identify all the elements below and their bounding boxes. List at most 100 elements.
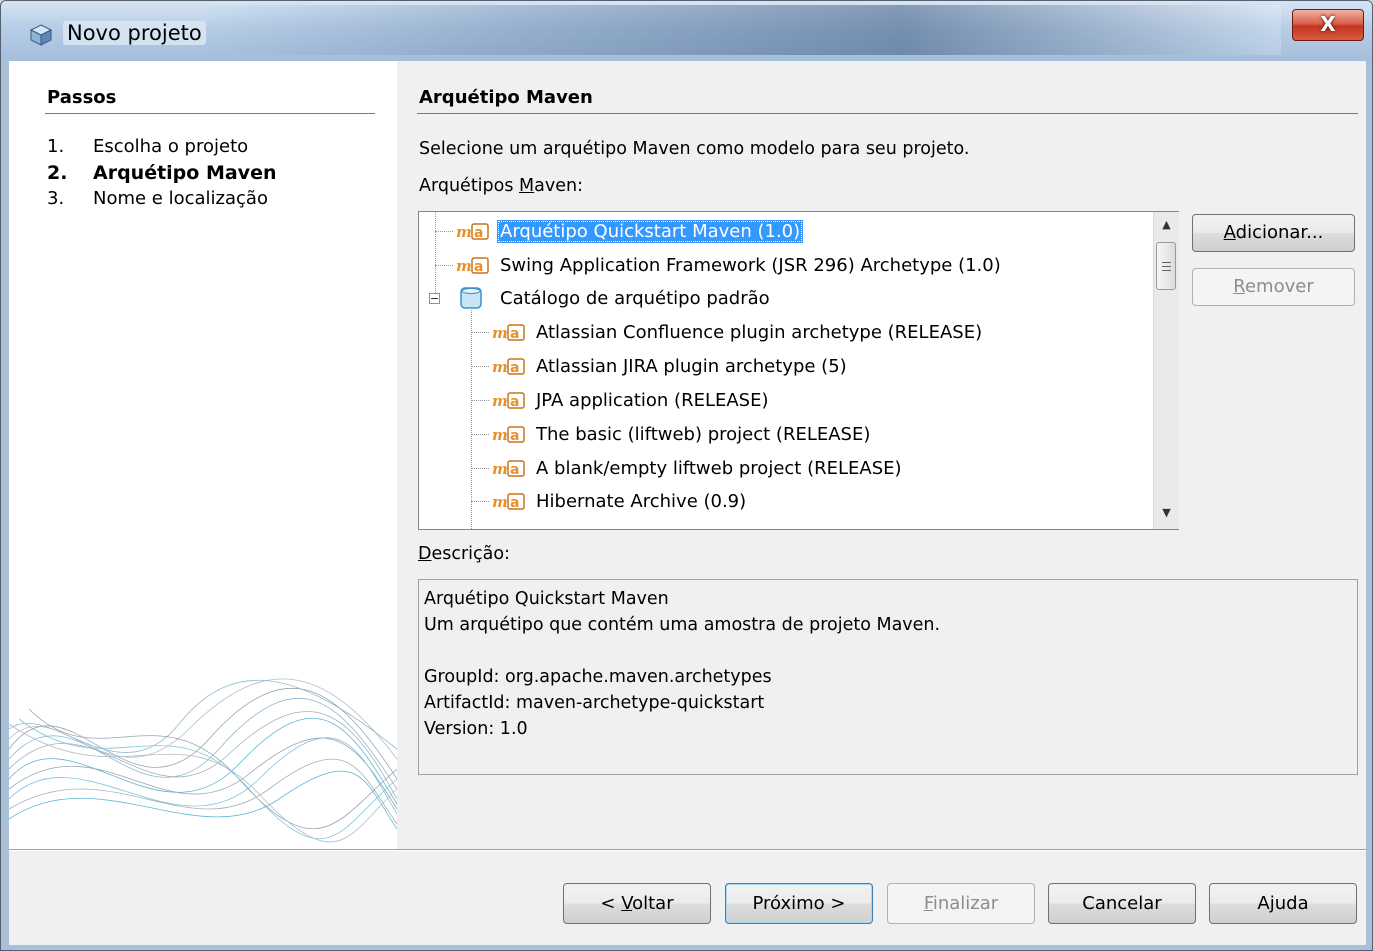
label-mnemonic: M <box>519 176 535 196</box>
svg-text:m: m <box>492 460 508 478</box>
step-number: 1. <box>47 136 65 157</box>
close-button[interactable]: X <box>1292 9 1364 41</box>
database-icon <box>460 287 482 309</box>
button-label: A <box>1257 893 1270 914</box>
scroll-down-icon[interactable]: ▼ <box>1154 502 1179 524</box>
step-label: Nome e localização <box>93 188 268 209</box>
svg-text:m: m <box>456 223 472 241</box>
dialog-client: Passos 1. Escolha o projeto 2. Arquétipo M… <box>9 61 1366 945</box>
tree-item-jira[interactable]: ma Atlassian JIRA plugin archetype (5) <box>491 351 850 381</box>
instruction-text: Selecione um arquétipo Maven como modelo… <box>419 139 970 159</box>
tree-line <box>435 212 436 299</box>
title-divider <box>417 113 1358 114</box>
window-title: Novo projeto <box>63 21 206 45</box>
tree-item-hibernate[interactable]: ma Hibernate Archive (0.9) <box>491 486 749 516</box>
maven-icon: ma <box>492 426 525 444</box>
maven-icon: ma <box>492 324 525 342</box>
maven-icon: ma <box>456 257 489 275</box>
svg-text:m: m <box>492 324 508 342</box>
description-label: Descrição: <box>418 544 510 564</box>
tree-item-default-catalog[interactable]: Catálogo de arquétipo padrão <box>455 283 773 313</box>
cancel-button[interactable]: Cancelar <box>1048 883 1196 924</box>
remove-button[interactable]: Remover <box>1192 268 1355 306</box>
back-button[interactable]: < Voltar <box>563 883 711 924</box>
svg-text:m: m <box>492 358 508 376</box>
svg-text:m: m <box>456 257 472 275</box>
label-text: Arquétipos <box>419 176 520 196</box>
step-item: 3. Nome e localização <box>47 188 276 214</box>
tree-line <box>471 501 489 502</box>
tree-item-label: Atlassian Confluence plugin archetype (R… <box>536 321 983 343</box>
description-line: Um arquétipo que contém uma amostra de p… <box>424 615 941 635</box>
tree-line <box>435 231 453 232</box>
add-button[interactable]: Adicionar... <box>1192 214 1355 252</box>
button-label: Cancelar <box>1082 893 1162 914</box>
finish-button[interactable]: Finalizar <box>887 883 1035 924</box>
page-title: Arquétipo Maven <box>419 87 593 108</box>
maven-icon: ma <box>492 358 525 376</box>
tree-item-liftweb-basic[interactable]: ma The basic (liftweb) project (RELEASE) <box>491 419 873 449</box>
tree-item-label: Swing Application Framework (JSR 296) Ar… <box>500 254 1001 276</box>
svg-text:m: m <box>492 392 508 410</box>
title-bar[interactable]: Novo projeto X <box>1 1 1372 61</box>
archetype-tree[interactable]: ma Arquétipo Quickstart Maven (1.0) ma S… <box>418 211 1179 530</box>
description-line: ArtifactId: maven-archetype-quickstart <box>424 693 765 713</box>
description-area[interactable]: Arquétipo Quickstart Maven Um arquétipo … <box>418 579 1358 775</box>
tree-line <box>471 366 489 367</box>
button-mnemonic: F <box>923 893 933 914</box>
archetypes-label: Arquétipos Maven: <box>419 176 583 196</box>
dialog-window: Novo projeto X Passos 1. Escolha o projet… <box>0 0 1373 951</box>
step-number: 3. <box>47 188 65 209</box>
step-number: 2. <box>47 162 68 184</box>
help-button[interactable]: Ajuda <box>1209 883 1357 924</box>
button-label: dicionar... <box>1235 222 1324 243</box>
maven-icon: ma <box>492 460 525 478</box>
tree-line <box>471 400 489 401</box>
label-text: aven: <box>534 176 583 196</box>
tree-item-label: Hibernate Archive (0.9) <box>536 490 747 512</box>
button-label: < <box>600 893 622 914</box>
steps-list: 1. Escolha o projeto 2. Arquétipo Maven 3.… <box>47 136 276 214</box>
collapse-toggle-icon[interactable] <box>429 293 440 304</box>
tree-item-label: Arquétipo Quickstart Maven (1.0) <box>497 219 804 243</box>
tree-item-confluence[interactable]: ma Atlassian Confluence plugin archetype… <box>491 317 985 347</box>
scroll-up-icon[interactable]: ▲ <box>1154 214 1179 236</box>
tree-item-label: The basic (liftweb) project (RELEASE) <box>536 423 871 445</box>
tree-item-label: Catálogo de arquétipo padrão <box>500 287 770 309</box>
tree-item-label: A blank/empty liftweb project (RELEASE) <box>536 457 902 479</box>
scroll-thumb[interactable] <box>1156 242 1176 290</box>
cube-icon <box>29 24 53 46</box>
button-label: emover <box>1244 276 1314 297</box>
close-icon: X <box>1320 12 1336 36</box>
step-item-active: 2. Arquétipo Maven <box>47 162 276 188</box>
maven-icon: ma <box>456 223 489 241</box>
button-mnemonic: V <box>621 893 633 914</box>
tree-item-label: Atlassian JIRA plugin archetype (5) <box>536 355 847 377</box>
tree-scrollbar[interactable]: ▲ ▼ <box>1153 212 1179 529</box>
svg-text:m: m <box>492 426 508 444</box>
tree-item-jpa[interactable]: ma JPA application (RELEASE) <box>491 385 772 415</box>
svg-text:m: m <box>492 493 508 511</box>
label-text: escrição: <box>431 544 510 564</box>
step-item: 1. Escolha o projeto <box>47 136 276 162</box>
tree-line <box>435 265 453 266</box>
steps-title: Passos <box>47 87 117 108</box>
tree-line <box>471 332 489 333</box>
tree-item-swing[interactable]: ma Swing Application Framework (JSR 296)… <box>455 250 1004 280</box>
title-bar-glass <box>201 5 1281 55</box>
description-line: Arquétipo Quickstart Maven <box>424 589 669 609</box>
maven-icon: ma <box>492 392 525 410</box>
button-mnemonic: A <box>1223 222 1236 243</box>
tree-item-quickstart[interactable]: ma Arquétipo Quickstart Maven (1.0) <box>455 216 804 246</box>
description-line <box>424 638 1352 664</box>
button-mnemonic: R <box>1233 276 1245 297</box>
step-label: Arquétipo Maven <box>93 162 277 184</box>
button-label: uda <box>1274 893 1309 914</box>
button-label: oltar <box>632 893 674 914</box>
tree-item-liftweb-blank[interactable]: ma A blank/empty liftweb project (RELEAS… <box>491 453 905 483</box>
tree-item-label: JPA application (RELEASE) <box>536 389 769 411</box>
tree-line <box>471 434 489 435</box>
next-button[interactable]: Próximo > <box>725 883 873 924</box>
steps-divider <box>45 113 375 114</box>
description-line: Version: 1.0 <box>424 719 528 739</box>
